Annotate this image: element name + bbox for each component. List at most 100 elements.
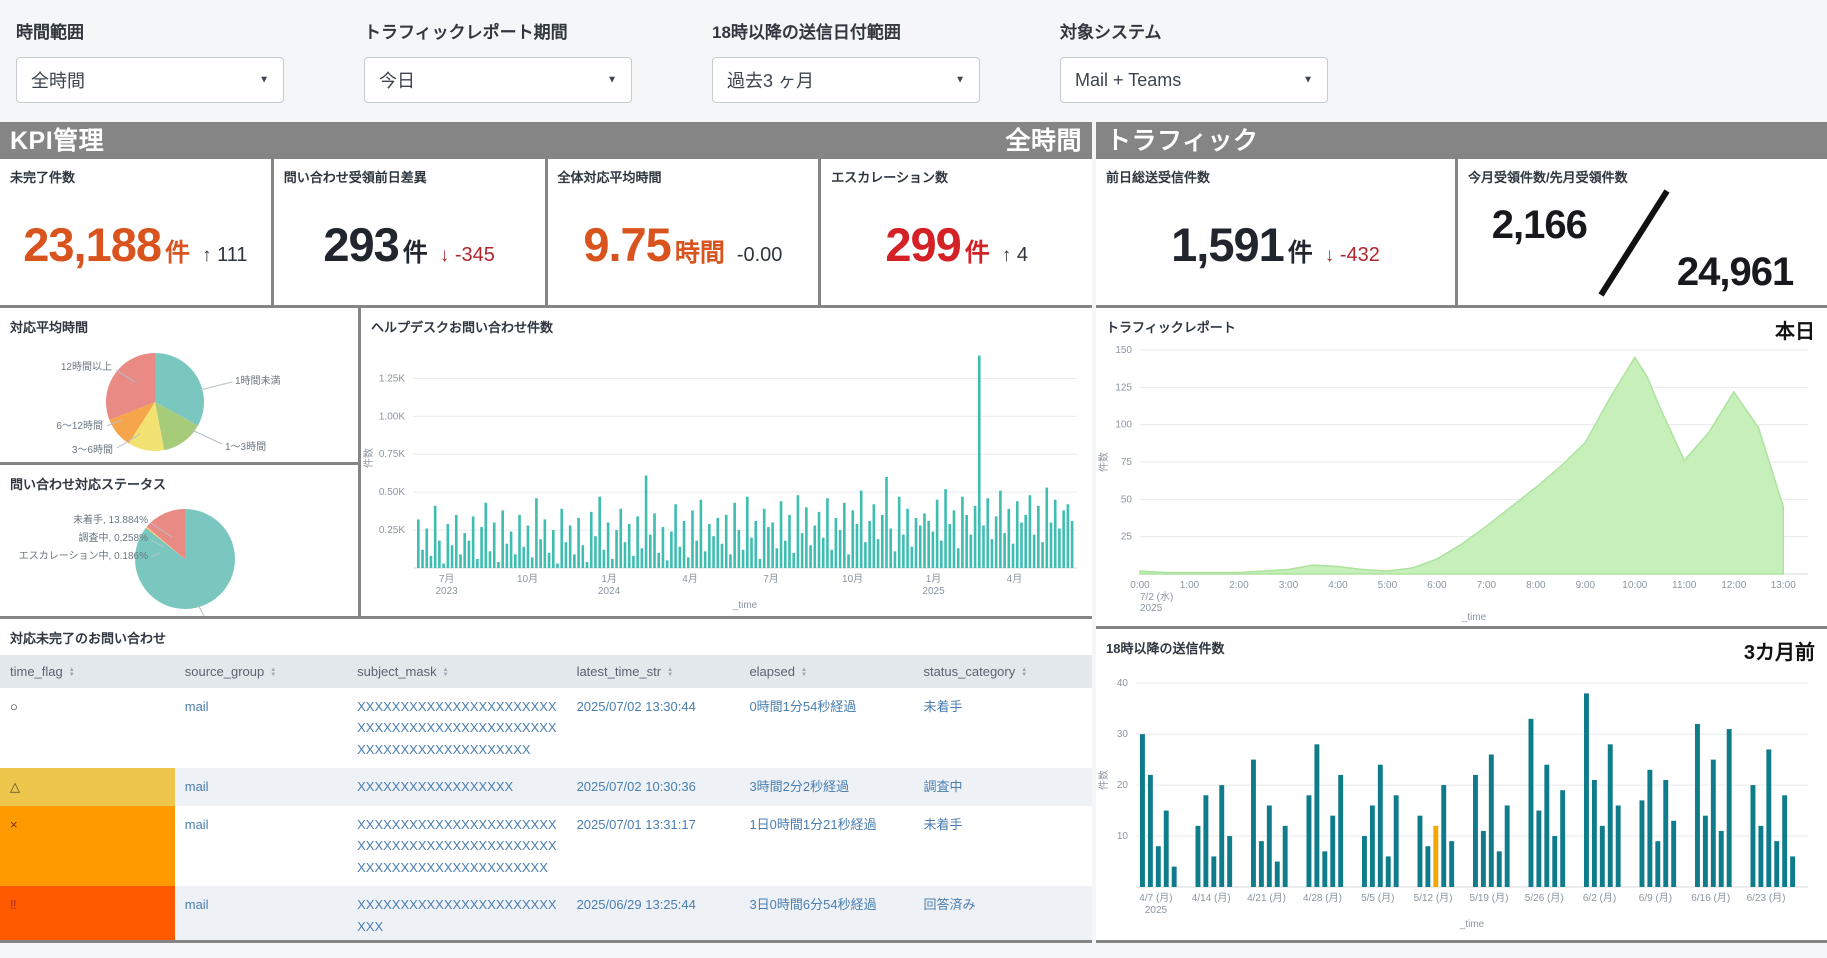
bar[interactable] [830,550,833,568]
bar[interactable] [1394,795,1399,887]
bar[interactable] [1058,529,1061,568]
bar[interactable] [548,553,551,568]
bar[interactable] [982,526,985,568]
bar[interactable] [645,475,648,568]
bar[interactable] [1751,785,1756,887]
bar[interactable] [628,524,631,568]
bar[interactable] [476,559,479,568]
bar[interactable] [881,515,884,568]
bar[interactable] [1029,495,1032,568]
area-series[interactable] [1140,357,1783,574]
bar[interactable] [653,513,656,568]
bar[interactable] [1766,749,1771,887]
bar[interactable] [1259,841,1264,887]
bar[interactable] [767,527,770,568]
bar[interactable] [1211,856,1216,887]
bar[interactable] [1449,841,1454,887]
bar[interactable] [1024,515,1027,568]
bar[interactable] [801,533,804,568]
bar[interactable] [1441,785,1446,887]
bar[interactable] [1338,775,1343,887]
bar[interactable] [442,563,445,568]
bar[interactable] [489,551,492,568]
bar[interactable] [1655,841,1660,887]
bar[interactable] [797,495,800,568]
source-group-link[interactable]: mail [185,779,209,794]
bar[interactable] [674,504,677,568]
bar[interactable] [1164,811,1169,887]
bar[interactable] [632,556,635,568]
bar[interactable] [1489,755,1494,887]
bar[interactable] [750,538,753,568]
bar[interactable] [1711,760,1716,887]
bar[interactable] [953,510,956,568]
bar[interactable] [1671,821,1676,887]
bar[interactable] [619,509,622,568]
bar[interactable] [944,489,947,568]
bar[interactable] [1067,504,1070,568]
bar[interactable] [1008,509,1011,568]
bar[interactable] [991,539,994,568]
bar[interactable] [919,526,922,568]
bar[interactable] [501,510,504,568]
bar[interactable] [873,504,876,568]
traffic-period-dropdown[interactable]: 今日 ▼ [364,57,632,103]
bar[interactable] [1203,795,1208,887]
source-group-link[interactable]: mail [185,817,209,832]
bar[interactable] [586,562,589,568]
bar[interactable] [948,524,951,568]
bar[interactable] [641,548,644,568]
bar[interactable] [1054,500,1057,568]
bar[interactable] [864,542,867,568]
sort-icon[interactable]: ▲▼ [1021,668,1027,678]
bar[interactable] [826,498,829,568]
bar[interactable] [670,532,673,568]
sort-icon[interactable]: ▲▼ [667,668,673,678]
bar[interactable] [721,544,724,568]
bar[interactable] [957,548,960,568]
bar[interactable] [716,518,719,568]
bar[interactable] [552,530,555,568]
bar[interactable] [1616,805,1621,887]
bar[interactable] [455,515,458,568]
bar[interactable] [771,522,774,568]
bar[interactable] [451,545,454,568]
bar[interactable] [615,530,618,568]
bar[interactable] [1148,775,1153,887]
bar[interactable] [754,521,757,568]
bar[interactable] [822,538,825,568]
bar[interactable] [1050,522,1053,568]
bar[interactable] [691,510,694,568]
bar[interactable] [535,498,538,568]
bar[interactable] [1536,811,1541,887]
bar[interactable] [936,500,939,568]
bar[interactable] [430,556,433,568]
bar[interactable] [970,535,973,568]
bar[interactable] [434,506,437,568]
bar[interactable] [518,515,521,568]
bar[interactable] [573,554,576,568]
bar[interactable] [1592,780,1597,887]
bar[interactable] [704,551,707,568]
bar[interactable] [522,547,525,568]
bar[interactable] [1267,805,1272,887]
bar[interactable] [636,516,639,568]
bar[interactable] [1370,805,1375,887]
bar[interactable] [700,500,703,568]
bar[interactable] [1283,826,1288,887]
bar[interactable] [961,497,964,568]
bar[interactable] [835,518,838,568]
bar[interactable] [894,551,897,568]
bar[interactable] [923,513,926,568]
bar[interactable] [484,503,487,568]
bar[interactable] [1600,826,1605,887]
bar[interactable] [1314,744,1319,887]
bar[interactable] [898,497,901,568]
bar[interactable] [666,560,669,568]
bar[interactable] [1640,800,1645,887]
bar[interactable] [809,545,812,568]
bar[interactable] [738,530,741,568]
bar[interactable] [965,515,968,568]
evening-range-dropdown[interactable]: 過去3 ヶ月 ▼ [712,57,980,103]
bar[interactable] [763,509,766,568]
